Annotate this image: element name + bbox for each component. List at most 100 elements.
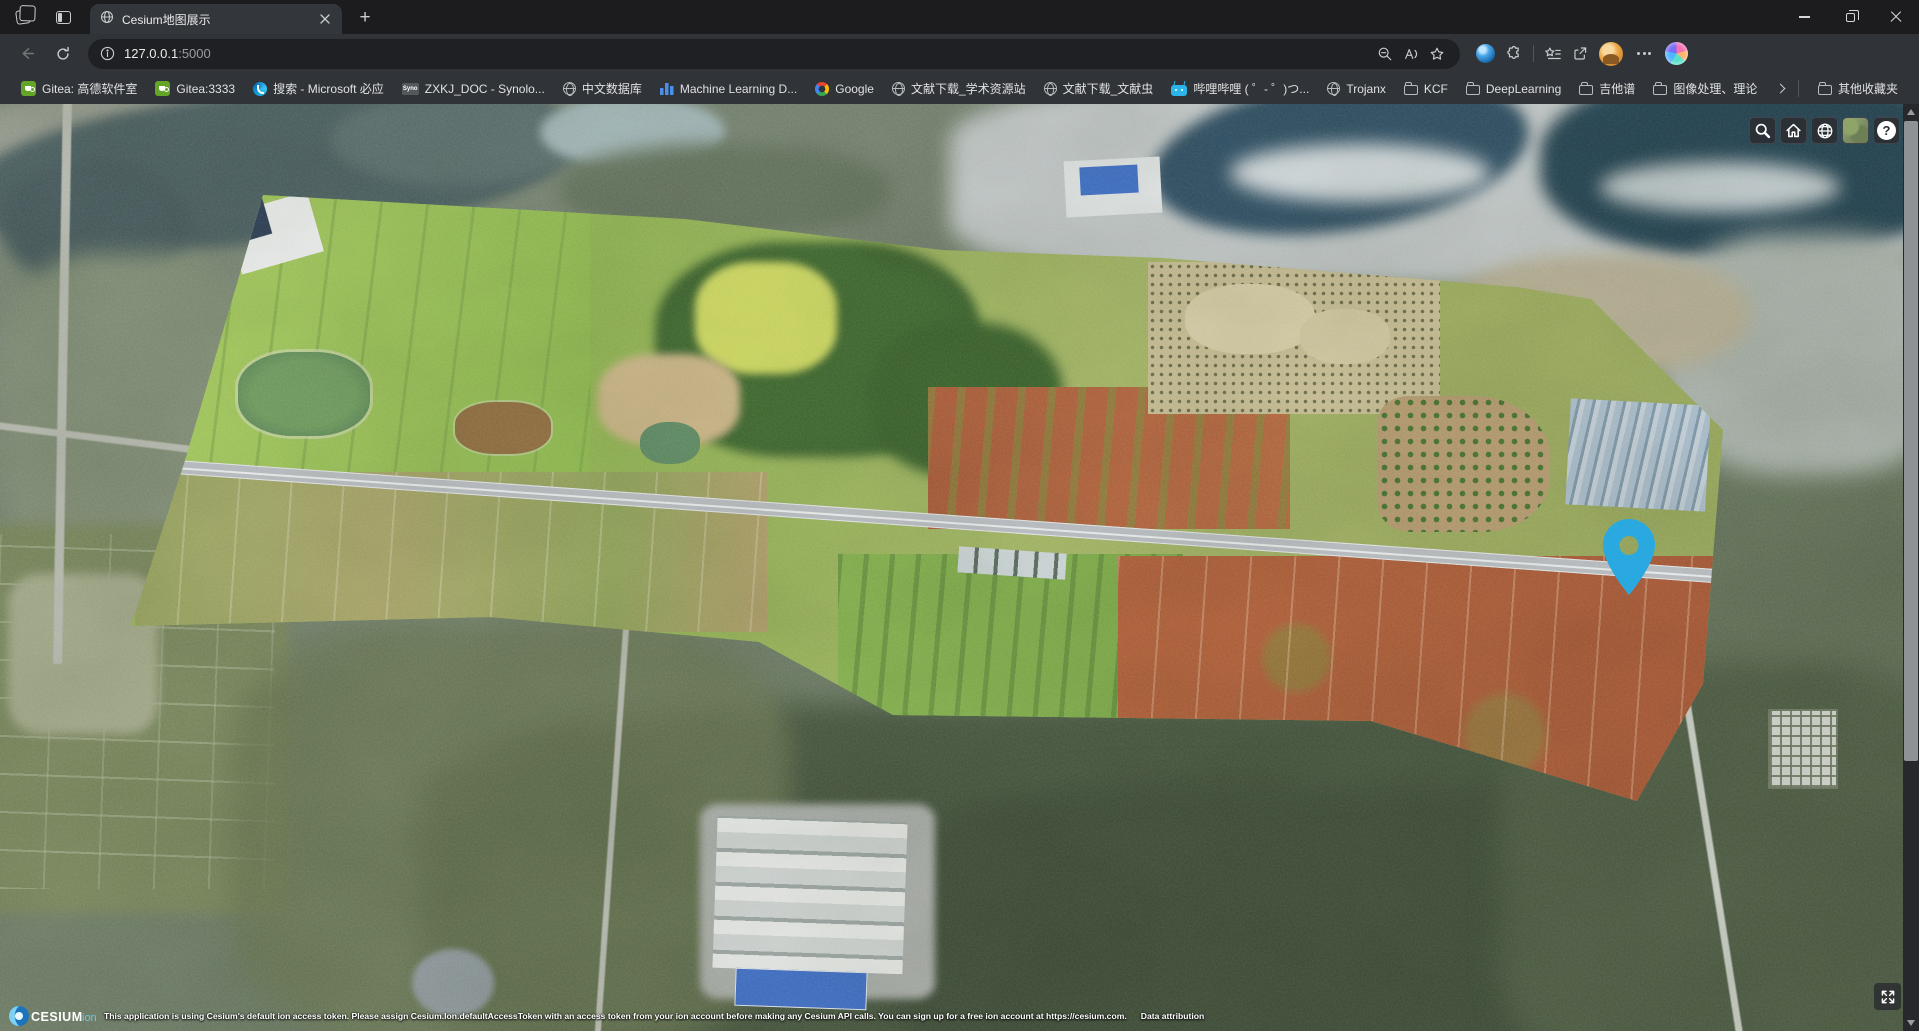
google-icon xyxy=(815,82,829,96)
tab-close-icon[interactable] xyxy=(316,10,334,28)
bookmark-label: Gitea: 高德软件室 xyxy=(42,80,137,97)
bookmark-item[interactable]: Syno ZXKJ_DOC - Synolo... xyxy=(393,78,554,100)
bookmark-item[interactable]: 文献下载_文献虫 xyxy=(1035,76,1163,101)
tab-cesium[interactable]: Cesium地图展示 xyxy=(90,4,342,34)
fullscreen-button[interactable] xyxy=(1874,983,1901,1010)
read-aloud-icon[interactable] xyxy=(1398,41,1424,67)
bookmarks-overflow-chevron-icon[interactable] xyxy=(1776,84,1786,94)
page-scrollbar[interactable] xyxy=(1903,104,1919,1031)
pond xyxy=(1185,284,1315,354)
pond-green xyxy=(238,352,370,436)
favorites-bar-icon[interactable] xyxy=(1544,45,1562,63)
help-icon: ? xyxy=(1877,121,1896,140)
meadow-yellow xyxy=(695,262,837,374)
cesium-ion-logo[interactable]: CESIUM ion xyxy=(8,1004,96,1028)
cesium-map-viewport[interactable]: ? CESIUM ion This application is using C… xyxy=(0,104,1919,1031)
bookmark-label: Google xyxy=(835,82,874,96)
base-layer-picker-button[interactable] xyxy=(1842,117,1869,144)
workspaces-icon[interactable] xyxy=(10,4,36,30)
gitea-icon xyxy=(155,81,170,96)
bookmark-item[interactable]: Machine Learning D... xyxy=(651,78,806,100)
bookmark-label: ZXKJ_DOC - Synolo... xyxy=(425,82,545,96)
back-icon[interactable] xyxy=(12,39,42,69)
bookmark-label: 中文数据库 xyxy=(582,80,642,97)
bookmark-label: 文献下载_学术资源站 xyxy=(911,80,1026,97)
synology-icon: Syno xyxy=(402,83,419,95)
imagery-thumbnail xyxy=(1843,118,1868,143)
bookmark-item[interactable]: 文献下载_学术资源站 xyxy=(883,76,1035,101)
svg-text:ion: ion xyxy=(82,1012,96,1024)
bookmark-item[interactable]: KCF xyxy=(1395,78,1457,100)
bookmark-item[interactable]: 图像处理、理论 xyxy=(1644,76,1766,101)
maze-garden xyxy=(1768,709,1838,789)
data-attribution-link[interactable]: Data attribution xyxy=(1141,1011,1205,1021)
bookmark-item[interactable]: Gitea: 高德软件室 xyxy=(12,76,146,101)
browser-toolbar: 127.0.0.1:5000 xyxy=(0,34,1919,73)
pond-amber xyxy=(455,402,551,454)
more-options-icon[interactable] xyxy=(1633,39,1655,69)
industrial-buildings xyxy=(712,816,907,975)
cesium-toolbar: ? xyxy=(1749,117,1900,144)
bookmark-item[interactable]: Google xyxy=(806,78,883,100)
extensions-icon[interactable] xyxy=(1505,45,1523,63)
svg-text:CESIUM: CESIUM xyxy=(31,1010,83,1024)
browser-essentials-icon[interactable] xyxy=(1476,44,1495,63)
bookmark-label: 吉他谱 xyxy=(1599,80,1635,97)
tab-title: Cesium地图展示 xyxy=(122,11,308,28)
address-bar[interactable]: 127.0.0.1:5000 xyxy=(88,39,1460,69)
restore-button[interactable] xyxy=(1827,0,1873,34)
copilot-icon[interactable] xyxy=(1665,42,1688,65)
tab-actions-icon[interactable] xyxy=(50,4,76,30)
bing-icon xyxy=(253,82,267,96)
cloud-streak xyxy=(1600,162,1840,212)
titlebar: Cesium地图展示 + xyxy=(0,0,1919,34)
globe-icon xyxy=(563,82,576,95)
bookmark-label: 哔哩哔哩 ( ゜- ゜)つ... xyxy=(1193,80,1309,97)
chart-icon xyxy=(660,82,674,95)
close-button[interactable] xyxy=(1873,0,1919,34)
favorite-star-icon[interactable] xyxy=(1424,41,1450,67)
bookmark-item[interactable]: Gitea:3333 xyxy=(146,77,244,100)
bookmark-label: DeepLearning xyxy=(1486,82,1561,96)
new-tab-button[interactable]: + xyxy=(352,5,378,31)
share-icon[interactable] xyxy=(1572,45,1589,62)
home-button[interactable] xyxy=(1780,117,1807,144)
terrain-patch xyxy=(8,574,158,734)
globe-icon xyxy=(1327,82,1340,95)
globe-icon xyxy=(1044,82,1057,95)
divider xyxy=(1798,80,1799,97)
bookmark-label: Trojanx xyxy=(1346,82,1386,96)
navigation-help-button[interactable]: ? xyxy=(1873,117,1900,144)
gitea-icon xyxy=(21,81,36,96)
bookmark-item[interactable]: DeepLearning xyxy=(1457,78,1570,100)
site-info-icon[interactable] xyxy=(100,46,115,61)
refresh-icon[interactable] xyxy=(48,39,78,69)
cloud-streak xyxy=(1230,144,1490,202)
orchard-field xyxy=(1378,396,1550,532)
scroll-down-arrow-icon[interactable] xyxy=(1903,1015,1919,1031)
geocoder-search-button[interactable] xyxy=(1749,117,1776,144)
bookmark-item[interactable]: Trojanx xyxy=(1318,78,1395,100)
folder-icon xyxy=(1466,85,1480,95)
scene-mode-globe-button[interactable] xyxy=(1811,117,1838,144)
pond xyxy=(640,422,700,464)
scroll-up-arrow-icon[interactable] xyxy=(1903,104,1919,120)
scrollbar-thumb[interactable] xyxy=(1904,121,1918,761)
cesium-credit-bar: CESIUM ion This application is using Ces… xyxy=(8,1004,1204,1028)
bookmark-item[interactable]: 搜索 - Microsoft 必应 xyxy=(244,76,393,101)
pond xyxy=(1300,309,1390,364)
blue-roof-building xyxy=(1079,165,1138,196)
bookmark-label: KCF xyxy=(1424,82,1448,96)
zoom-out-icon[interactable] xyxy=(1372,41,1398,67)
map-pin[interactable] xyxy=(1603,519,1655,600)
folder-icon xyxy=(1404,85,1418,95)
minimize-button[interactable] xyxy=(1781,0,1827,34)
globe-icon xyxy=(892,82,905,95)
profile-avatar[interactable] xyxy=(1599,42,1623,66)
bookmark-item[interactable]: 哔哩哔哩 ( ゜- ゜)つ... xyxy=(1162,76,1318,101)
bookmarks-bar: Gitea: 高德软件室 Gitea:3333 搜索 - Microsoft 必… xyxy=(0,73,1919,104)
bookmark-item[interactable]: 中文数据库 xyxy=(554,76,651,101)
bookmark-item[interactable]: 吉他谱 xyxy=(1570,76,1644,101)
other-favorites-folder[interactable]: 其他收藏夹 xyxy=(1809,76,1907,101)
bookmark-label: 搜索 - Microsoft 必应 xyxy=(273,80,384,97)
